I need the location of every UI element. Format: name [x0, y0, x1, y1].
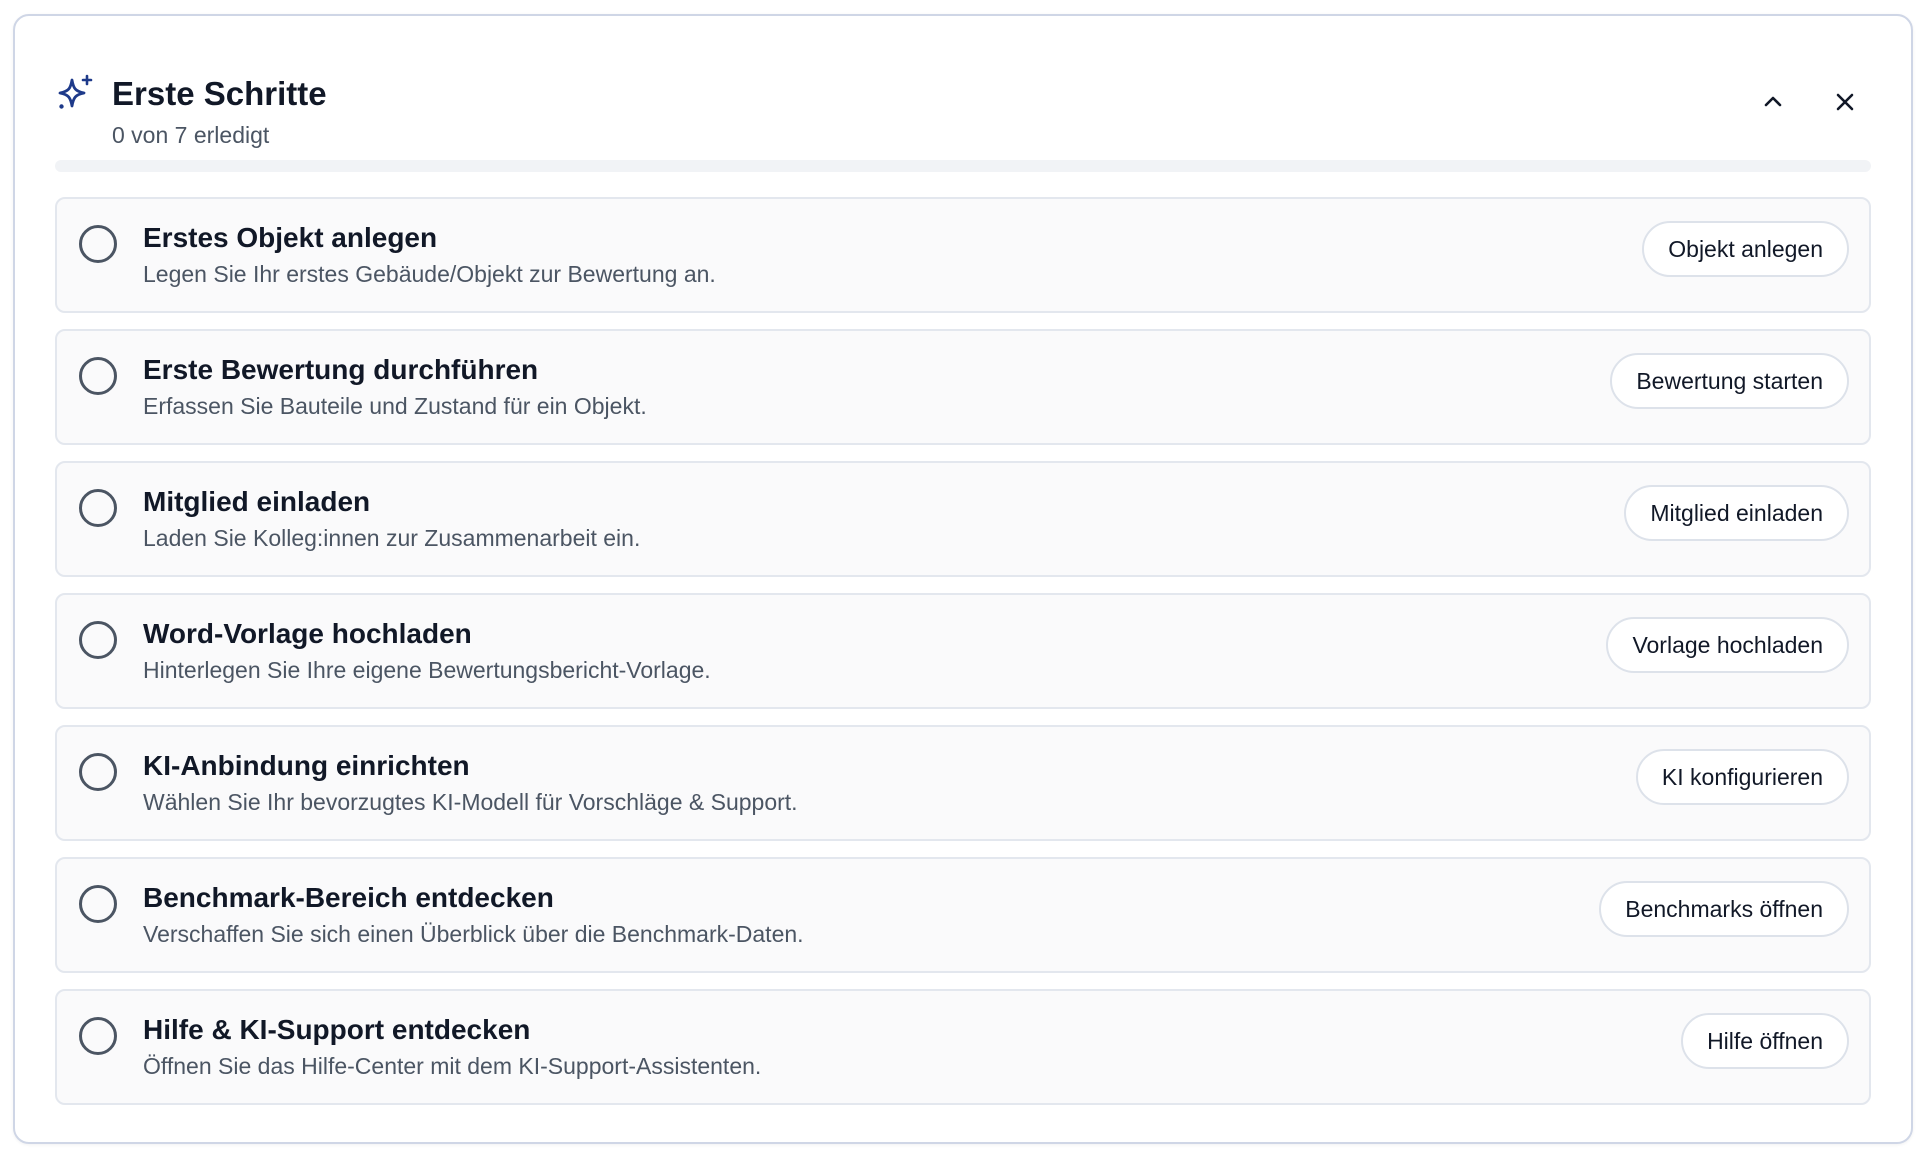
- task-description: Öffnen Sie das Hilfe-Center mit dem KI-S…: [143, 1053, 762, 1079]
- open-benchmarks-button[interactable]: Benchmarks öffnen: [1599, 881, 1849, 937]
- checklist-title: Erste Schritte: [112, 75, 327, 112]
- open-help-button[interactable]: Hilfe öffnen: [1681, 1013, 1849, 1069]
- progress-bar: [55, 160, 1871, 172]
- task-title: Benchmark-Bereich entdecken: [143, 882, 554, 913]
- start-assessment-button[interactable]: Bewertung starten: [1610, 353, 1849, 409]
- task-title: Erstes Objekt anlegen: [143, 222, 438, 253]
- task-item: Mitglied einladen Laden Sie Kolleg:innen…: [55, 461, 1871, 577]
- task-title: Hilfe & KI-Support entdecken: [143, 1014, 531, 1045]
- close-icon: [1833, 90, 1857, 119]
- task-item: KI-Anbindung einrichten Wählen Sie Ihr b…: [55, 725, 1871, 841]
- task-checkbox[interactable]: [79, 357, 117, 395]
- invite-member-button[interactable]: Mitglied einladen: [1624, 485, 1849, 541]
- task-title: KI-Anbindung einrichten: [143, 750, 470, 781]
- task-checkbox[interactable]: [79, 1017, 117, 1055]
- chevron-up-icon: [1761, 90, 1785, 119]
- task-item: Erste Bewertung durchführen Erfassen Sie…: [55, 329, 1871, 445]
- task-checkbox[interactable]: [79, 225, 117, 263]
- task-list: Erstes Objekt anlegen Legen Sie Ihr erst…: [55, 197, 1871, 1121]
- task-checkbox[interactable]: [79, 885, 117, 923]
- close-button[interactable]: [1823, 82, 1867, 126]
- task-description: Legen Sie Ihr erstes Gebäude/Objekt zur …: [143, 261, 716, 287]
- task-title: Erste Bewertung durchführen: [143, 354, 539, 385]
- task-item: Benchmark-Bereich entdecken Verschaffen …: [55, 857, 1871, 973]
- task-description: Laden Sie Kolleg:innen zur Zusammenarbei…: [143, 525, 641, 551]
- create-object-button[interactable]: Objekt anlegen: [1642, 221, 1849, 277]
- task-checkbox[interactable]: [79, 489, 117, 527]
- task-title: Word-Vorlage hochladen: [143, 618, 472, 649]
- task-item: Word-Vorlage hochladen Hinterlegen Sie I…: [55, 593, 1871, 709]
- task-description: Verschaffen Sie sich einen Überblick übe…: [143, 921, 804, 947]
- task-description: Erfassen Sie Bauteile und Zustand für ei…: [143, 393, 647, 419]
- task-checkbox[interactable]: [79, 753, 117, 791]
- onboarding-checklist-card: Erste Schritte 0 von 7 erledigt Erstes O…: [13, 14, 1913, 1144]
- upload-template-button[interactable]: Vorlage hochladen: [1606, 617, 1849, 673]
- collapse-button[interactable]: [1751, 82, 1795, 126]
- task-checkbox[interactable]: [79, 621, 117, 659]
- sparkles-icon: [55, 74, 95, 114]
- task-title: Mitglied einladen: [143, 486, 371, 517]
- task-item: Hilfe & KI-Support entdecken Öffnen Sie …: [55, 989, 1871, 1105]
- checklist-header: Erste Schritte 0 von 7 erledigt: [55, 60, 1871, 160]
- progress-summary: 0 von 7 erledigt: [112, 122, 270, 148]
- task-description: Hinterlegen Sie Ihre eigene Bewertungsbe…: [143, 657, 711, 683]
- task-item: Erstes Objekt anlegen Legen Sie Ihr erst…: [55, 197, 1871, 313]
- configure-ai-button[interactable]: KI konfigurieren: [1635, 749, 1849, 805]
- task-description: Wählen Sie Ihr bevorzugtes KI-Modell für…: [143, 789, 798, 815]
